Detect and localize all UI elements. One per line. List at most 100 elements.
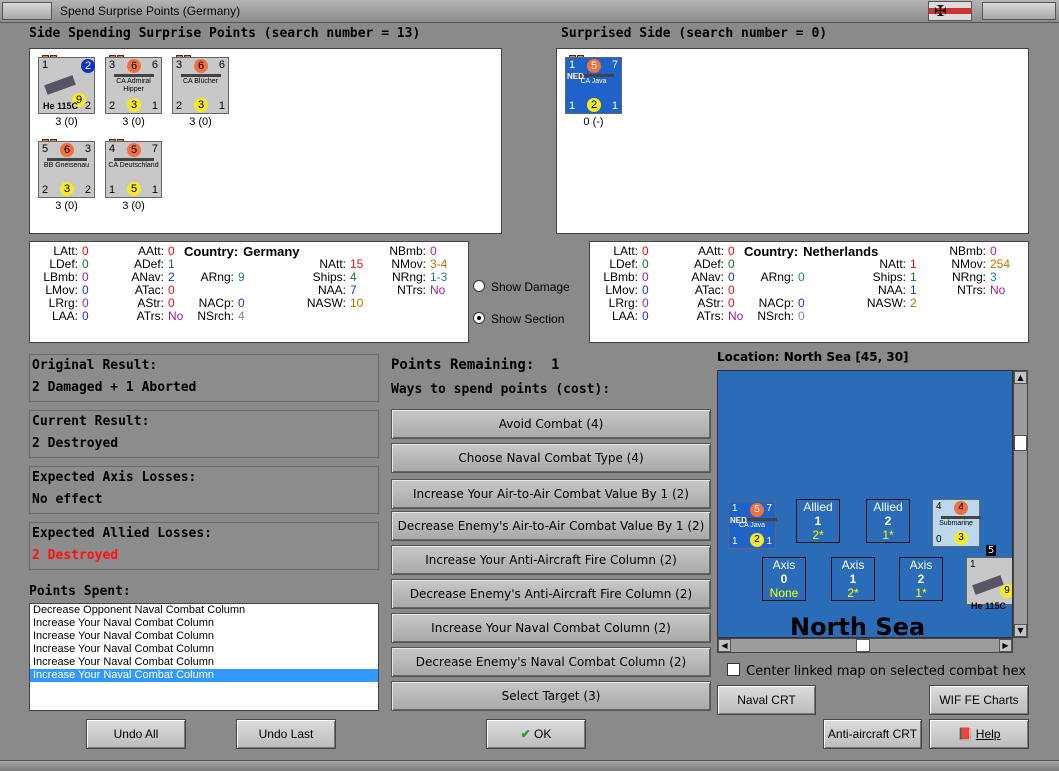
stat-label: LBmb: — [603, 270, 638, 284]
stat-value: 0 — [82, 283, 89, 297]
allied-losses-label: Expected Allied Losses: — [32, 526, 213, 541]
stat-value: 10 — [350, 296, 364, 310]
stat-label: LBmb: — [43, 270, 78, 284]
aircraft-counter[interactable]: 1 9 He 115C — [966, 557, 1012, 611]
allied-column-2[interactable]: Allied 2 1* — [866, 499, 910, 543]
wif-fe-charts-button[interactable]: WIF FE Charts — [929, 685, 1029, 715]
axis-column-1[interactable]: Axis 1 2* — [831, 557, 875, 601]
naval-crt-button[interactable]: Naval CRT — [717, 685, 816, 715]
stat-nasw: NASW: 2 — [832, 296, 917, 310]
map-vertical-scrollbar[interactable]: ▲ ▼ — [1013, 370, 1028, 638]
stat-nrng: NRng: 3 — [928, 270, 997, 284]
vertical-scroll-thumb[interactable] — [1014, 435, 1027, 451]
stat-label: LAtt: — [613, 244, 638, 258]
stat-atrs: ATrs: No — [670, 309, 744, 323]
linked-map[interactable]: 1 5 7 1 2 1 CA Java NED Allied 1 2* Allied 2 1* 440… — [717, 370, 1013, 638]
scroll-right-icon[interactable]: ▶ — [999, 639, 1012, 652]
ship-counter[interactable]: 4 5 7 1 5 1 CA Deutschland — [105, 141, 162, 198]
ship-counter[interactable]: 4 4 0 3 Submarine — [932, 499, 981, 547]
undo-last-button[interactable]: Undo Last — [236, 719, 336, 749]
checkmark-icon: ✔ — [520, 727, 531, 741]
ok-button[interactable]: ✔ OK — [486, 719, 586, 749]
axis-sub: 2* — [847, 586, 859, 600]
bottom-right-value: 1 — [611, 100, 618, 112]
submarine-counter-on-map[interactable]: 4 4 0 3 Submarine — [932, 499, 982, 549]
top-right-value: 7 — [151, 143, 158, 155]
stat-ntrs: NTrs: No — [368, 283, 445, 297]
bottom-left-value: 1 — [732, 536, 738, 547]
ship-silhouette-icon — [114, 74, 154, 77]
decrease-enemy-aa-fire-button[interactable]: Decrease Enemy's Anti-Aircraft Fire Colu… — [391, 579, 711, 609]
ship-counter[interactable]: 1 5 7 1 2 1 CA Java NED — [728, 501, 777, 549]
axis-column-2[interactable]: Axis 2 1* — [899, 557, 943, 601]
ship-counter[interactable]: 3 6 6 2 3 1 CA Admiral Hipper — [105, 57, 162, 114]
stat-label: ATrs: — [136, 309, 164, 323]
stat-label: LDef: — [49, 257, 78, 271]
map-horizontal-scrollbar[interactable]: ◀ ▶ — [717, 638, 1013, 653]
bottom-right-value: 1 — [766, 536, 772, 547]
help-button[interactable]: 📕 Help — [929, 719, 1029, 749]
horizontal-scroll-thumb[interactable] — [856, 639, 870, 652]
ok-label: OK — [534, 727, 552, 741]
scroll-up-icon[interactable]: ▲ — [1014, 371, 1027, 384]
stat-label: ATac: — [694, 283, 724, 297]
select-target-button[interactable]: Select Target (3) — [391, 681, 711, 711]
stat-label: LAA: — [611, 309, 638, 323]
decrease-enemy-naval-combat-column-button[interactable]: Decrease Enemy's Naval Combat Column (2) — [391, 647, 711, 677]
top-left-value: 3 — [176, 59, 183, 71]
stat-label: NRng: — [391, 270, 426, 284]
list-item[interactable]: Decrease Opponent Naval Combat Column — [30, 604, 378, 617]
list-item[interactable]: Increase Your Naval Combat Column — [30, 643, 378, 656]
scroll-down-icon[interactable]: ▼ — [1014, 624, 1027, 637]
country-name: Netherlands — [803, 244, 879, 259]
window-controls-button[interactable] — [982, 2, 1056, 20]
stat-atac: ATac: 0 — [670, 283, 735, 297]
stat-nmov: NMov: 3-4 — [368, 257, 447, 271]
list-item[interactable]: Increase Your Naval Combat Column — [30, 669, 378, 682]
scroll-left-icon[interactable]: ◀ — [718, 639, 731, 652]
he115-counter-on-map[interactable]: 1 9 He 115C 5 — [966, 545, 1012, 611]
choose-naval-combat-type-button[interactable]: Choose Naval Combat Type (4) — [391, 443, 711, 473]
stat-value: 15 — [350, 257, 364, 271]
ship-silhouette-icon — [181, 74, 221, 77]
center-map-checkbox[interactable]: Center linked map on selected combat hex — [727, 663, 1026, 679]
unit-strength-label: 0 (-) — [583, 116, 604, 128]
allied-column-1[interactable]: Allied 1 2* — [796, 499, 840, 543]
germany-stats-panel: LAtt: 0 LDef: 0 LBmb: 0 LMov: 0 LRrg: 0 LAA: 0 AAtt:… — [29, 241, 469, 343]
decrease-enemy-air-to-air-button[interactable]: Decrease Enemy's Air-to-Air Combat Value… — [391, 511, 711, 541]
current-result-label: Current Result: — [32, 414, 150, 429]
increase-air-to-air-button[interactable]: Increase Your Air-to-Air Combat Value By… — [391, 479, 711, 509]
axis-label: Axis — [841, 558, 865, 572]
show-section-radio[interactable]: Show Section — [473, 312, 564, 326]
ship-counter[interactable]: 1 5 7 1 2 1 CA Java NED — [565, 57, 622, 114]
anti-aircraft-crt-button[interactable]: Anti-aircraft CRT — [823, 719, 922, 749]
undo-all-button[interactable]: Undo All — [86, 719, 186, 749]
axis-column-0[interactable]: Axis 0 None — [762, 557, 806, 601]
axis-number: 0 — [780, 572, 788, 586]
top-left-value: 4 — [936, 501, 942, 512]
stat-value: 0 — [168, 244, 175, 258]
stat-lmov: LMov: 0 — [34, 283, 89, 297]
system-menu-button[interactable] — [2, 2, 52, 20]
stat-value: 4 — [350, 270, 357, 284]
stat-value: 0 — [82, 244, 89, 258]
list-item[interactable]: Increase Your Naval Combat Column — [30, 630, 378, 643]
java-counter-on-map[interactable]: 1 5 7 1 2 1 CA Java NED — [728, 501, 788, 549]
unit-name: Submarine — [939, 520, 973, 527]
increase-naval-combat-column-button[interactable]: Increase Your Naval Combat Column (2) — [391, 613, 711, 643]
ship-counter[interactable]: 3 6 6 2 3 1 CA Blücher — [172, 57, 229, 114]
increase-aa-fire-button[interactable]: Increase Your Anti-Aircraft Fire Column … — [391, 545, 711, 575]
ship-counter[interactable]: 5 6 3 2 3 2 BB Gneisenau — [38, 141, 95, 198]
stat-astr: AStr: 0 — [110, 296, 174, 310]
stat-aatt: AAtt: 0 — [110, 244, 175, 258]
stat-value: 254 — [990, 257, 1011, 271]
list-item[interactable]: Increase Your Naval Combat Column — [30, 617, 378, 630]
stat-value: 0 — [990, 244, 997, 258]
points-spent-list[interactable]: Decrease Opponent Naval Combat Column Inc… — [29, 603, 379, 711]
stat-value: 0 — [238, 296, 245, 310]
stat-value: 1 — [910, 270, 917, 284]
list-item[interactable]: Increase Your Naval Combat Column — [30, 656, 378, 669]
aircraft-counter[interactable]: 1 2 9 2 He 115C — [38, 57, 95, 114]
show-damage-radio[interactable]: Show Damage — [473, 280, 570, 294]
avoid-combat-button[interactable]: Avoid Combat (4) — [391, 409, 711, 439]
